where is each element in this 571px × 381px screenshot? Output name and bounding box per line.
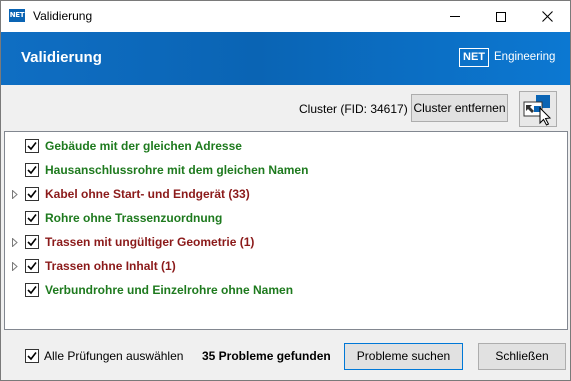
check-checkbox[interactable] <box>25 235 39 249</box>
checkmark-icon <box>27 238 37 247</box>
expand-arrow-icon <box>12 238 18 247</box>
window-title: Validierung <box>33 9 93 23</box>
expand-arrow[interactable] <box>11 190 19 199</box>
check-label: Kabel ohne Start- und Endgerät (33) <box>45 187 250 201</box>
close-window-button[interactable] <box>524 1 570 32</box>
close-icon <box>541 11 553 22</box>
map-select-button[interactable] <box>519 91 557 127</box>
checkmark-icon <box>27 286 37 295</box>
check-checkbox[interactable] <box>25 259 39 273</box>
minimize-icon <box>450 16 460 17</box>
check-checkbox[interactable] <box>25 283 39 297</box>
title-bar[interactable]: NET Validierung <box>1 1 570 32</box>
expand-arrow[interactable] <box>11 238 19 247</box>
check-checkbox[interactable] <box>25 187 39 201</box>
expand-arrow-icon <box>12 262 18 271</box>
check-label: Trassen ohne Inhalt (1) <box>45 259 176 273</box>
select-all-label[interactable]: Alle Prüfungen auswählen <box>44 349 183 363</box>
expand-arrow[interactable] <box>11 262 19 271</box>
search-problems-button[interactable]: Probleme suchen <box>344 343 463 370</box>
check-label: Trassen mit ungültiger Geometrie (1) <box>45 235 255 249</box>
check-label: Rohre ohne Trassenzuordnung <box>45 211 223 225</box>
check-checkbox[interactable] <box>25 139 39 153</box>
logo-text: Engineering <box>494 51 556 63</box>
remove-cluster-button[interactable]: Cluster entfernen <box>411 94 508 122</box>
checkmark-icon <box>27 166 37 175</box>
maximize-button[interactable] <box>478 1 524 32</box>
page-title: Validierung <box>21 49 102 66</box>
check-label: Hausanschlussrohre mit dem gleichen Name… <box>45 163 309 177</box>
close-button[interactable]: Schließen <box>478 343 566 370</box>
select-all-checkbox[interactable] <box>25 349 39 363</box>
checkmark-icon <box>27 190 37 199</box>
expand-arrow-icon <box>12 190 18 199</box>
check-label: Verbundrohre und Einzelrohre ohne Namen <box>45 283 294 297</box>
validation-window: NET Validierung Validierung NET Engineer… <box>0 0 571 381</box>
check-checkbox[interactable] <box>25 163 39 177</box>
maximize-icon <box>496 11 506 22</box>
validation-check-list[interactable]: Gebäude mit der gleichen Adresse Hausans… <box>4 131 568 330</box>
map-select-icon <box>523 95 552 126</box>
cluster-label: Cluster (FID: 34617) <box>299 102 408 116</box>
logo-box: NET <box>459 47 489 67</box>
checkmark-icon <box>27 142 37 151</box>
check-label: Gebäude mit der gleichen Adresse <box>45 139 242 153</box>
header-banner: Validierung NET Engineering <box>1 32 570 85</box>
checkmark-icon <box>27 262 37 271</box>
checkmark-icon <box>27 214 37 223</box>
check-checkbox[interactable] <box>25 211 39 225</box>
net-engineering-logo: NET Engineering <box>459 46 555 68</box>
app-icon: NET <box>9 9 25 22</box>
checkmark-icon <box>27 352 37 361</box>
minimize-button[interactable] <box>432 1 478 32</box>
problems-found-text: 35 Probleme gefunden <box>202 349 331 363</box>
